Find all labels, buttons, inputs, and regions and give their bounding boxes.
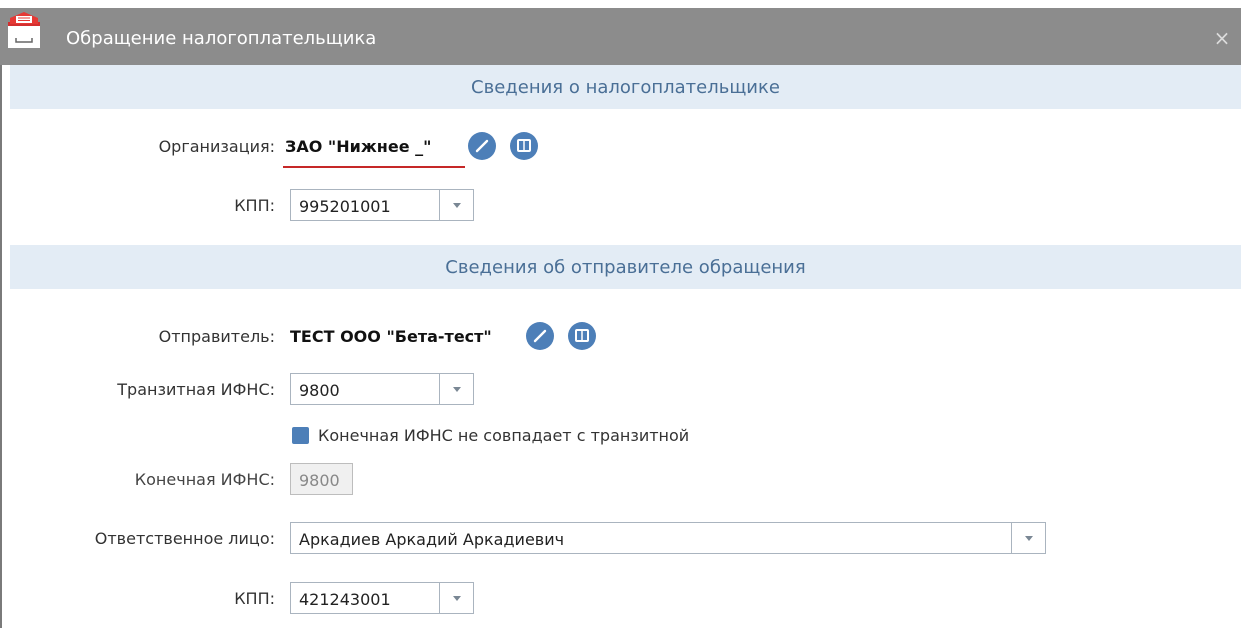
organization-label: Организация: xyxy=(158,137,275,156)
chevron-down-icon xyxy=(452,386,461,392)
section-title: Сведения об отправителе обращения xyxy=(445,256,806,278)
app-icon xyxy=(4,8,44,65)
window-border xyxy=(0,65,2,628)
sender-kpp-dropdown-button[interactable] xyxy=(439,583,473,613)
edit-sender-button[interactable] xyxy=(526,322,554,350)
section-title: Сведения о налогоплательщике xyxy=(471,76,780,98)
chevron-down-icon xyxy=(452,595,461,601)
dialog-window: Обращение налогоплательщика × Сведения о… xyxy=(0,0,1241,628)
validation-underline xyxy=(283,166,465,168)
edit-organization-button[interactable] xyxy=(468,132,496,160)
final-ifns-value: 9800 xyxy=(299,471,340,490)
transit-ifns-select[interactable]: 9800 xyxy=(290,373,474,405)
sender-kpp-label: КПП: xyxy=(234,589,275,608)
kpp-select-value: 995201001 xyxy=(299,197,391,216)
section-header-sender: Сведения об отправителе обращения xyxy=(10,245,1241,289)
transit-ifns-value: 9800 xyxy=(299,381,340,400)
kpp-label: КПП: xyxy=(234,196,275,215)
responsible-person-value: Аркадиев Аркадий Аркадиевич xyxy=(299,530,565,549)
responsible-person-select[interactable]: Аркадиев Аркадий Аркадиевич xyxy=(290,522,1046,554)
section-header-taxpayer: Сведения о налогоплательщике xyxy=(10,65,1241,109)
organization-value: ЗАО "Нижнее _" xyxy=(285,137,432,156)
card-icon xyxy=(575,329,589,342)
chevron-down-icon xyxy=(452,202,461,208)
title-bar: Обращение налогоплательщика × xyxy=(0,8,1241,65)
select-organization-button[interactable] xyxy=(510,132,538,160)
sender-kpp-select[interactable]: 421243001 xyxy=(290,582,474,614)
chevron-down-icon xyxy=(1024,535,1033,541)
sender-label: Отправитель: xyxy=(158,327,275,346)
responsible-person-dropdown-button[interactable] xyxy=(1011,523,1045,553)
final-ifns-label: Конечная ИФНС: xyxy=(134,470,275,489)
responsible-person-label: Ответственное лицо: xyxy=(94,529,275,548)
select-sender-button[interactable] xyxy=(568,322,596,350)
final-ifns-differs-label: Конечная ИФНС не совпадает с транзитной xyxy=(318,426,690,445)
sender-kpp-value: 421243001 xyxy=(299,590,391,609)
transit-ifns-label: Транзитная ИФНС: xyxy=(117,380,275,399)
edit-icon xyxy=(533,329,547,343)
kpp-dropdown-button[interactable] xyxy=(439,190,473,220)
final-ifns-differs-checkbox[interactable] xyxy=(292,427,309,444)
edit-icon xyxy=(475,139,489,153)
final-ifns-field[interactable]: 9800 xyxy=(290,463,353,495)
kpp-select[interactable]: 995201001 xyxy=(290,189,474,221)
sender-value: ТЕСТ ООО "Бета-тест" xyxy=(290,327,492,346)
close-icon: × xyxy=(1213,26,1231,50)
close-button[interactable]: × xyxy=(1210,26,1234,50)
card-icon xyxy=(517,139,531,152)
window-title: Обращение налогоплательщика xyxy=(66,28,377,49)
transit-ifns-dropdown-button[interactable] xyxy=(439,374,473,404)
